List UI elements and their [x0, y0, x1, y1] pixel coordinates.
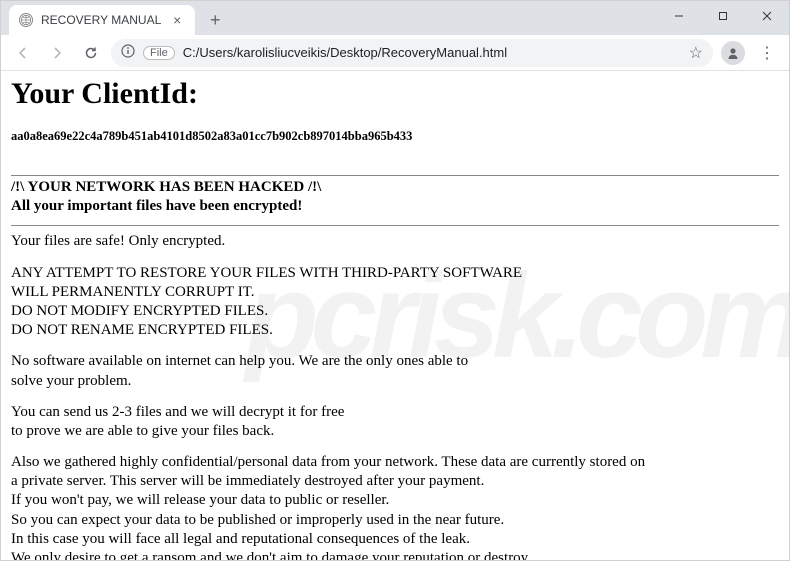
- bookmark-star-icon[interactable]: ☆: [689, 43, 703, 63]
- titlebar: RECOVERY MANUAL × +: [1, 1, 789, 35]
- info-icon[interactable]: [121, 44, 135, 61]
- profile-avatar[interactable]: [719, 39, 747, 67]
- maximize-button[interactable]: [701, 1, 745, 31]
- body-line: Your files are safe! Only encrypted.: [11, 233, 225, 249]
- page-content: pcrisk.com Your ClientId: aa0a8ea69e22c4…: [1, 71, 789, 560]
- address-bar[interactable]: File C:/Users/karolisliucveikis/Desktop/…: [111, 39, 713, 67]
- close-window-button[interactable]: [745, 1, 789, 31]
- person-icon: [721, 41, 745, 65]
- forward-button[interactable]: [43, 39, 71, 67]
- close-tab-icon[interactable]: ×: [169, 12, 185, 28]
- minimize-button[interactable]: [657, 1, 701, 31]
- divider: [11, 175, 779, 176]
- reload-button[interactable]: [77, 39, 105, 67]
- window-controls: [657, 1, 789, 31]
- url-text: C:/Users/karolisliucveikis/Desktop/Recov…: [183, 45, 681, 60]
- back-button[interactable]: [9, 39, 37, 67]
- browser-tab[interactable]: RECOVERY MANUAL ×: [9, 5, 195, 35]
- body-line: to prove we are able to give your files …: [11, 423, 274, 439]
- new-tab-button[interactable]: +: [201, 6, 229, 34]
- file-chip: File: [143, 46, 175, 60]
- body-line: In this case you will face all legal and…: [11, 531, 470, 547]
- body-line: DO NOT MODIFY ENCRYPTED FILES.: [11, 303, 268, 319]
- client-id: aa0a8ea69e22c4a789b451ab4101d8502a83a01c…: [11, 129, 779, 144]
- body-line: DO NOT RENAME ENCRYPTED FILES.: [11, 322, 273, 338]
- body-line: ANY ATTEMPT TO RESTORE YOUR FILES WITH T…: [11, 265, 522, 281]
- globe-icon: [19, 13, 33, 27]
- divider: [11, 225, 779, 226]
- body-line: a private server. This server will be im…: [11, 473, 484, 489]
- body-line: If you won't pay, we will release your d…: [11, 492, 389, 508]
- body-line: solve your problem.: [11, 373, 131, 389]
- page-title: Your ClientId:: [11, 77, 779, 111]
- browser-window: RECOVERY MANUAL × + File C:/Users/karoli…: [0, 0, 790, 561]
- hacked-line: /!\ YOUR NETWORK HAS BEEN HACKED /!\: [11, 179, 321, 195]
- kebab-menu-icon[interactable]: ⋮: [753, 39, 781, 67]
- body-line: You can send us 2-3 files and we will de…: [11, 404, 344, 420]
- body-line: We only desire to get a ransom and we do…: [11, 550, 528, 560]
- body-line: Also we gathered highly confidential/per…: [11, 454, 645, 470]
- encrypted-line: All your important files have been encry…: [11, 198, 302, 214]
- body-line: No software available on internet can he…: [11, 353, 468, 369]
- tab-title: RECOVERY MANUAL: [41, 13, 161, 27]
- body-line: So you can expect your data to be publis…: [11, 512, 504, 528]
- body-line: WILL PERMANENTLY CORRUPT IT.: [11, 284, 255, 300]
- toolbar: File C:/Users/karolisliucveikis/Desktop/…: [1, 35, 789, 71]
